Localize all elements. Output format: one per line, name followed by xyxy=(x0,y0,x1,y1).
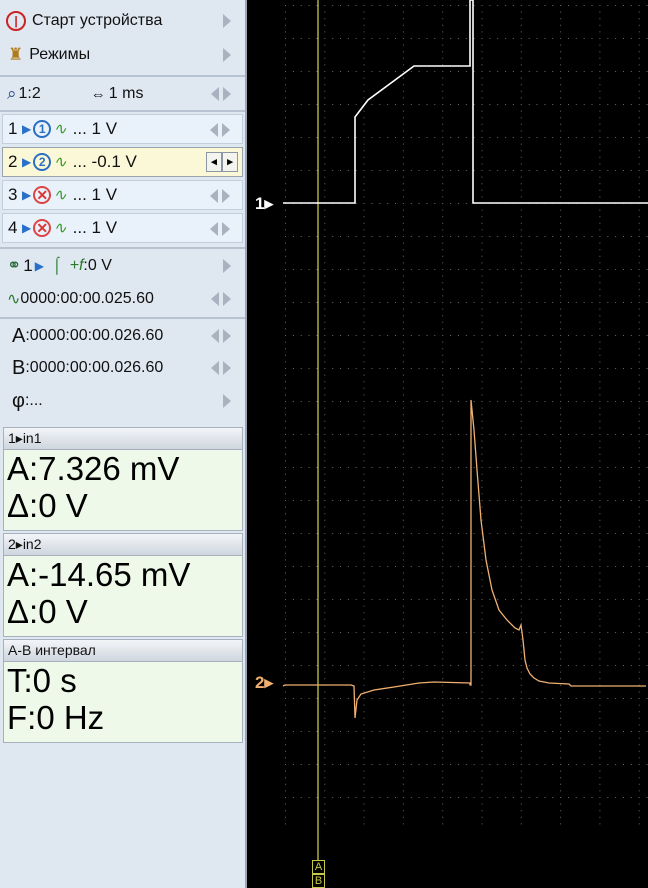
channel-scale-value[interactable]: ... 1 V xyxy=(73,218,117,238)
rising-edge-icon[interactable]: ⌠ xyxy=(52,257,62,275)
channel-1-trace xyxy=(283,0,648,204)
channel-number: 4 xyxy=(8,218,18,237)
trigger-channel[interactable]: 1 xyxy=(23,256,32,276)
phase-value[interactable]: :... xyxy=(25,392,43,410)
scale-up-button[interactable]: ▸ xyxy=(222,152,238,172)
channel-number: 1 xyxy=(8,119,18,138)
grid-dots xyxy=(285,5,648,825)
zoom-icon[interactable]: ⌕ xyxy=(7,84,17,104)
separator xyxy=(0,317,245,319)
wave-icon[interactable]: ∿ xyxy=(53,119,66,139)
zoom-value[interactable]: 1:2 xyxy=(19,85,41,103)
separator xyxy=(0,75,245,77)
submenu-arrow-icon xyxy=(223,48,231,62)
channel-disabled-icon[interactable] xyxy=(33,186,52,204)
channel-3-row[interactable]: 3 ▶ ∿ ... 1 V xyxy=(2,180,243,210)
scale-buttons: ◂ ▸ xyxy=(206,152,238,172)
measurement-box-1: 1▸in1 A:7.326 mV Δ:0 V xyxy=(3,427,243,531)
trigger-position-icon: ∿ xyxy=(7,291,21,308)
left-right-arrows-icon[interactable] xyxy=(211,292,235,306)
trigger-level-value[interactable]: :0 V xyxy=(83,257,111,275)
submenu-arrow-icon xyxy=(223,259,231,273)
left-right-arrows-icon[interactable] xyxy=(211,329,235,343)
phase-row[interactable]: φ :... xyxy=(2,386,243,416)
measurement-frequency: F:0 Hz xyxy=(7,699,105,736)
scale-down-button[interactable]: ◂ xyxy=(206,152,222,172)
measurement-delta: Δ:0 V xyxy=(7,593,88,630)
scale-arrows-icon[interactable] xyxy=(210,189,234,203)
measurement-box-2: 2▸in2 A:-14.65 mV Δ:0 V xyxy=(3,533,243,637)
submenu-arrow-icon xyxy=(223,14,231,28)
channel-number: 3 xyxy=(8,185,18,204)
cursor-b-value[interactable]: :0000:00:00.026.60 xyxy=(25,359,163,377)
channel-4-row[interactable]: 4 ▶ ∿ ... 1 V xyxy=(2,213,243,243)
measurement-period: T:0 s xyxy=(7,662,77,699)
cursor-a-label: A xyxy=(12,324,26,347)
wave-icon[interactable]: ∿ xyxy=(53,185,66,205)
modes-icon: ♜ xyxy=(8,45,24,64)
measurement-title[interactable]: 1▸in1 xyxy=(4,428,242,450)
cursor-b-marker[interactable]: B xyxy=(312,874,325,888)
measurement-title[interactable]: A-B интервал xyxy=(4,640,242,662)
channel-scale-value[interactable]: ... 1 V xyxy=(73,119,117,139)
wave-icon[interactable]: ∿ xyxy=(53,218,66,238)
cursor-b-row[interactable]: B :0000:00:00.026.60 xyxy=(2,353,243,383)
measurement-amplitude: A:7.326 mV xyxy=(7,450,180,487)
trigger-row[interactable]: ⚭ 1 ▶ ⌠ +f :0 V xyxy=(2,251,243,281)
channel-2-row[interactable]: 2 ▶ 2 ∿ ... -0.1 V ◂ ▸ xyxy=(2,147,243,177)
channel-enabled-icon[interactable]: 1 xyxy=(33,120,52,138)
measurement-amplitude: A:-14.65 mV xyxy=(7,556,191,593)
cursor-a-marker[interactable]: A xyxy=(312,860,325,874)
left-right-arrows-icon[interactable] xyxy=(211,87,235,101)
channel-arrow-icon: ▶ xyxy=(22,188,32,202)
trigger-position-row[interactable]: ∿ 0000:00:00.025.60 xyxy=(2,284,243,314)
separator xyxy=(0,110,245,112)
channel-arrow-icon: ▶ xyxy=(22,221,32,235)
time-div-icon: ⇔ xyxy=(90,85,106,103)
submenu-arrow-icon xyxy=(223,394,231,408)
phase-label: φ xyxy=(12,389,25,412)
channel-2-trace xyxy=(282,399,646,719)
channel-1-marker[interactable]: 1▸ xyxy=(255,194,273,214)
modes-menu-item[interactable]: ♜ Режимы xyxy=(2,40,243,70)
oscilloscope-display[interactable]: 1▸ 2▸ A B xyxy=(249,0,648,888)
channel-arrow-icon: ▶ xyxy=(34,259,44,273)
scale-arrows-icon[interactable] xyxy=(210,222,234,236)
channel-disabled-icon[interactable] xyxy=(33,219,52,237)
time-per-div-value[interactable]: 1 ms xyxy=(109,85,144,103)
left-right-arrows-icon[interactable] xyxy=(211,361,235,375)
channel-enabled-icon[interactable]: 2 xyxy=(33,153,52,171)
trigger-position-value[interactable]: 0000:00:00.025.60 xyxy=(20,290,153,308)
timebase-row: ⌕ 1:2 ⇔ 1 ms xyxy=(2,79,243,109)
wave-icon[interactable]: ∿ xyxy=(53,152,66,172)
trigger-level-icon: +f xyxy=(69,257,84,274)
channel-scale-value[interactable]: ... -0.1 V xyxy=(73,152,137,172)
measurement-title[interactable]: 2▸in2 xyxy=(4,534,242,556)
waveform-canvas[interactable] xyxy=(249,0,648,888)
modes-label: Режимы xyxy=(29,46,91,63)
start-device-label: Старт устройства xyxy=(32,12,163,29)
power-icon: | xyxy=(6,11,26,31)
measurement-delta: Δ:0 V xyxy=(7,487,88,524)
scale-arrows-icon[interactable] xyxy=(210,123,234,137)
channel-number: 2 xyxy=(8,152,18,171)
start-device-menu-item[interactable]: | Старт устройства xyxy=(2,6,243,36)
control-panel: | Старт устройства ♜ Режимы ⌕ 1:2 ⇔ 1 ms… xyxy=(0,0,247,888)
cursor-a-row[interactable]: A :0000:00:00.026.60 xyxy=(2,321,243,351)
channel-arrow-icon: ▶ xyxy=(22,122,32,136)
channel-2-marker[interactable]: 2▸ xyxy=(255,673,273,693)
measurement-box-interval: A-B интервал T:0 s F:0 Hz xyxy=(3,639,243,743)
cursor-a-value[interactable]: :0000:00:00.026.60 xyxy=(25,327,163,345)
trigger-icon: ⚭ xyxy=(7,256,22,275)
channel-1-row[interactable]: 1 ▶ 1 ∿ ... 1 V xyxy=(2,114,243,144)
channel-arrow-icon: ▶ xyxy=(22,155,32,169)
cursor-b-label: B xyxy=(12,356,26,379)
separator xyxy=(0,247,245,249)
channel-scale-value[interactable]: ... 1 V xyxy=(73,185,117,205)
